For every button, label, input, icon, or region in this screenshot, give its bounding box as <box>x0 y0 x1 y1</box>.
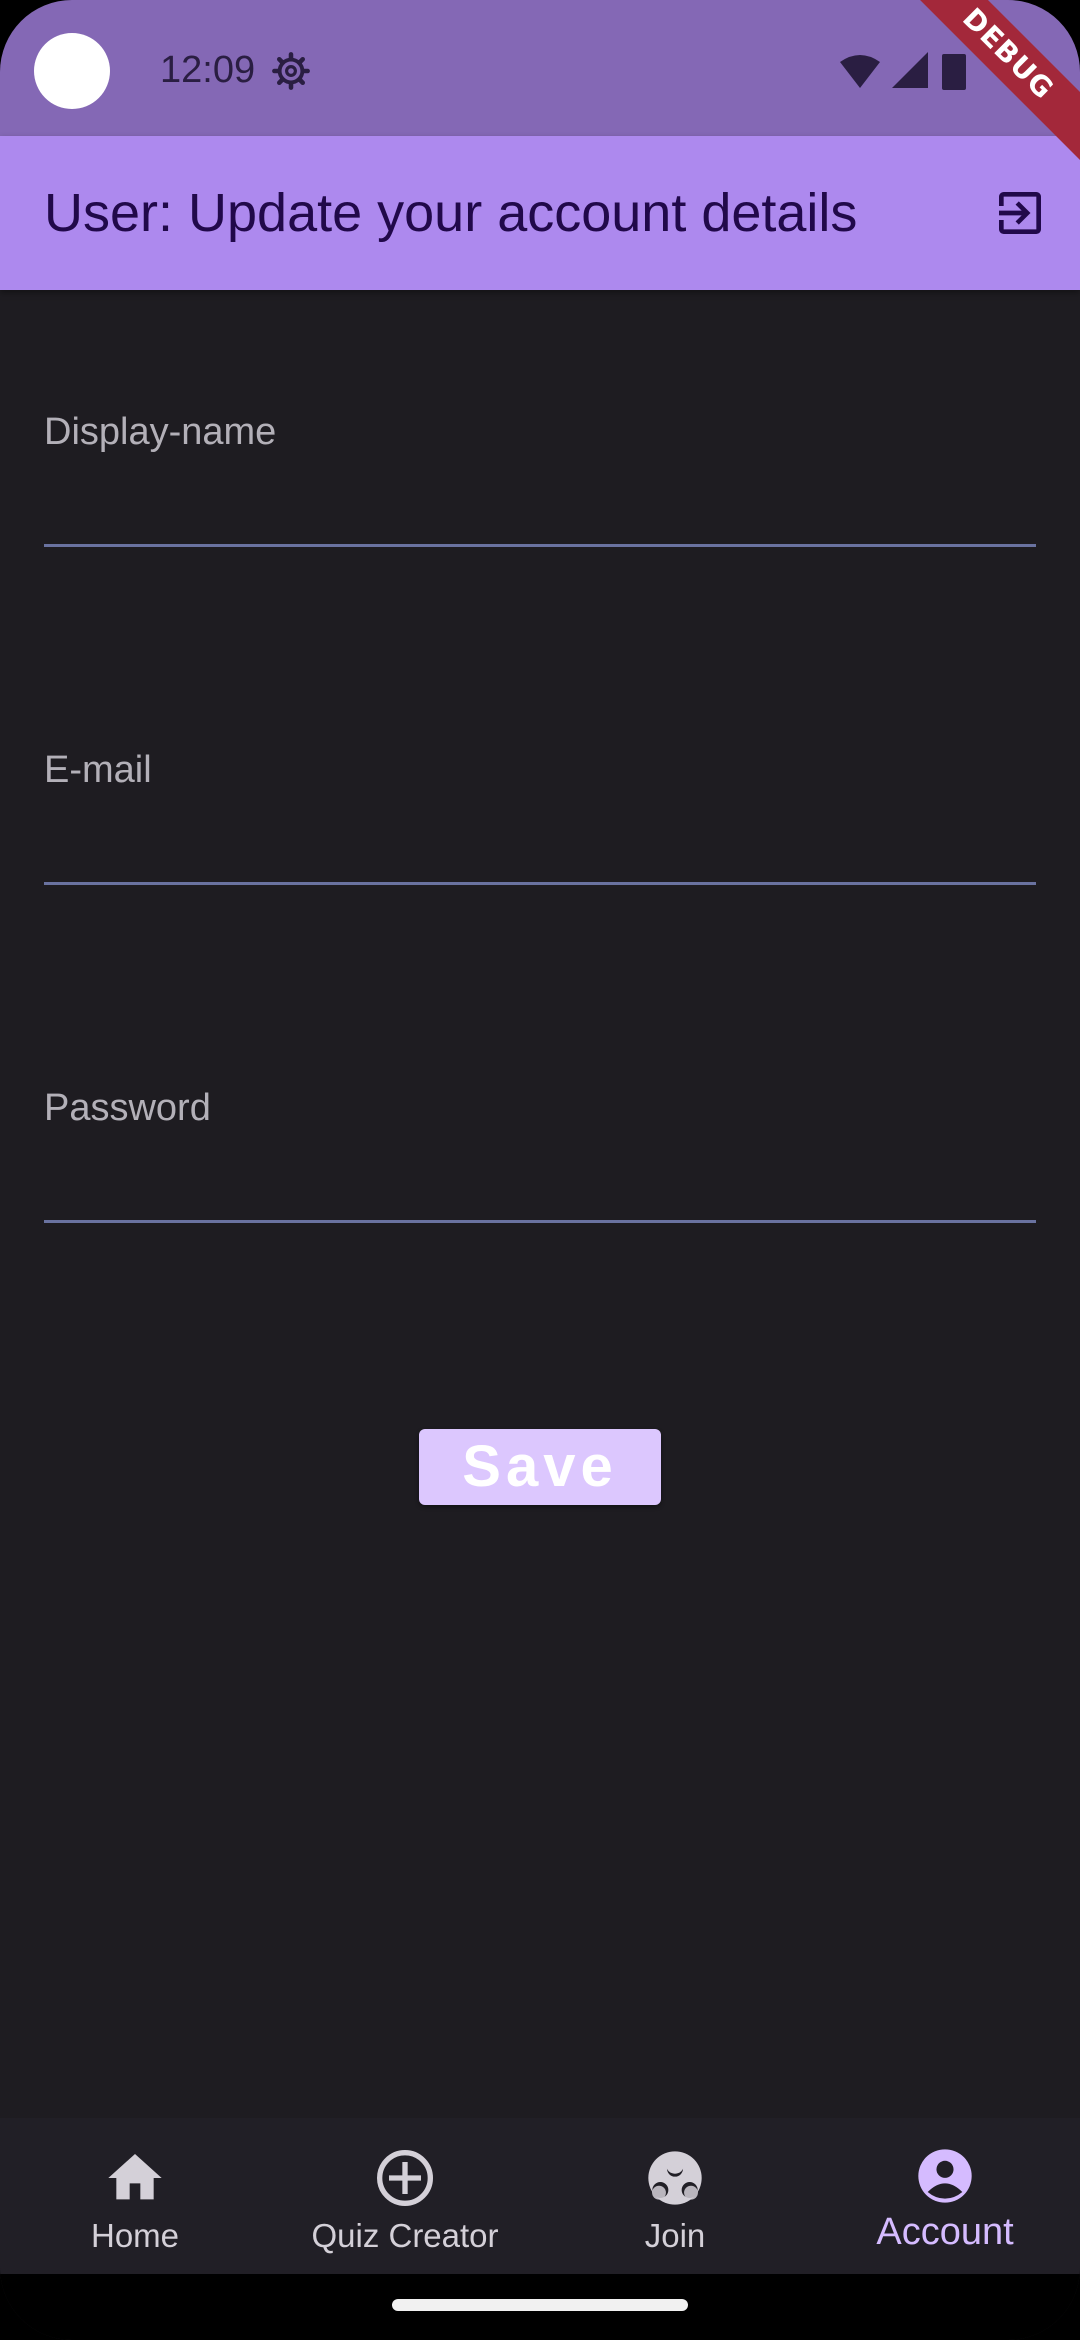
app-bar: User: Update your account details <box>0 136 1080 290</box>
bottom-navigation: Home Quiz Creator Join Account <box>0 2118 1080 2274</box>
logout-icon <box>999 192 1041 234</box>
nav-label-account: Account <box>876 2211 1014 2253</box>
nav-label-home: Home <box>90 2217 180 2254</box>
page-title: User: Update your account details <box>44 183 858 243</box>
nav-item-home[interactable]: Home <box>0 2118 270 2274</box>
save-button[interactable]: Save <box>419 1429 661 1505</box>
wifi-icon <box>840 55 880 88</box>
logout-button[interactable] <box>982 175 1058 251</box>
email-input[interactable] <box>44 808 1036 868</box>
email-field: E-mail <box>44 748 1036 885</box>
home-indicator[interactable] <box>392 2299 688 2311</box>
password-field: Password <box>44 1086 1036 1223</box>
nav-label-join: Join <box>644 2217 706 2254</box>
nav-item-account[interactable]: Account <box>810 2118 1080 2274</box>
nav-item-join[interactable]: Join <box>540 2118 810 2274</box>
password-label: Password <box>44 1087 211 1129</box>
battery-icon <box>942 54 966 90</box>
display-name-underline <box>44 544 1036 547</box>
nav-label-quiz-creator: Quiz Creator <box>311 2217 499 2254</box>
password-input[interactable] <box>44 1146 1036 1206</box>
display-name-field: Display-name <box>44 410 1036 547</box>
add-circle-icon <box>377 2150 433 2206</box>
settings-gear-icon <box>272 52 310 90</box>
email-label: E-mail <box>44 749 152 791</box>
signal-icon <box>892 52 928 88</box>
status-bar: 12:09 DEBUG <box>0 0 1080 178</box>
camera-cutout <box>34 33 110 109</box>
account-circle-icon <box>918 2149 972 2203</box>
group-icon <box>648 2151 702 2205</box>
display-name-label: Display-name <box>44 411 277 453</box>
password-underline <box>44 1220 1036 1223</box>
email-underline <box>44 882 1036 885</box>
display-name-input[interactable] <box>44 470 1036 530</box>
status-time: 12:09 <box>160 49 256 91</box>
app-screen: 12:09 DEBUG User: Update your account de… <box>0 0 1080 2340</box>
nav-item-quiz-creator[interactable]: Quiz Creator <box>270 2118 540 2274</box>
home-icon <box>108 2154 162 2200</box>
